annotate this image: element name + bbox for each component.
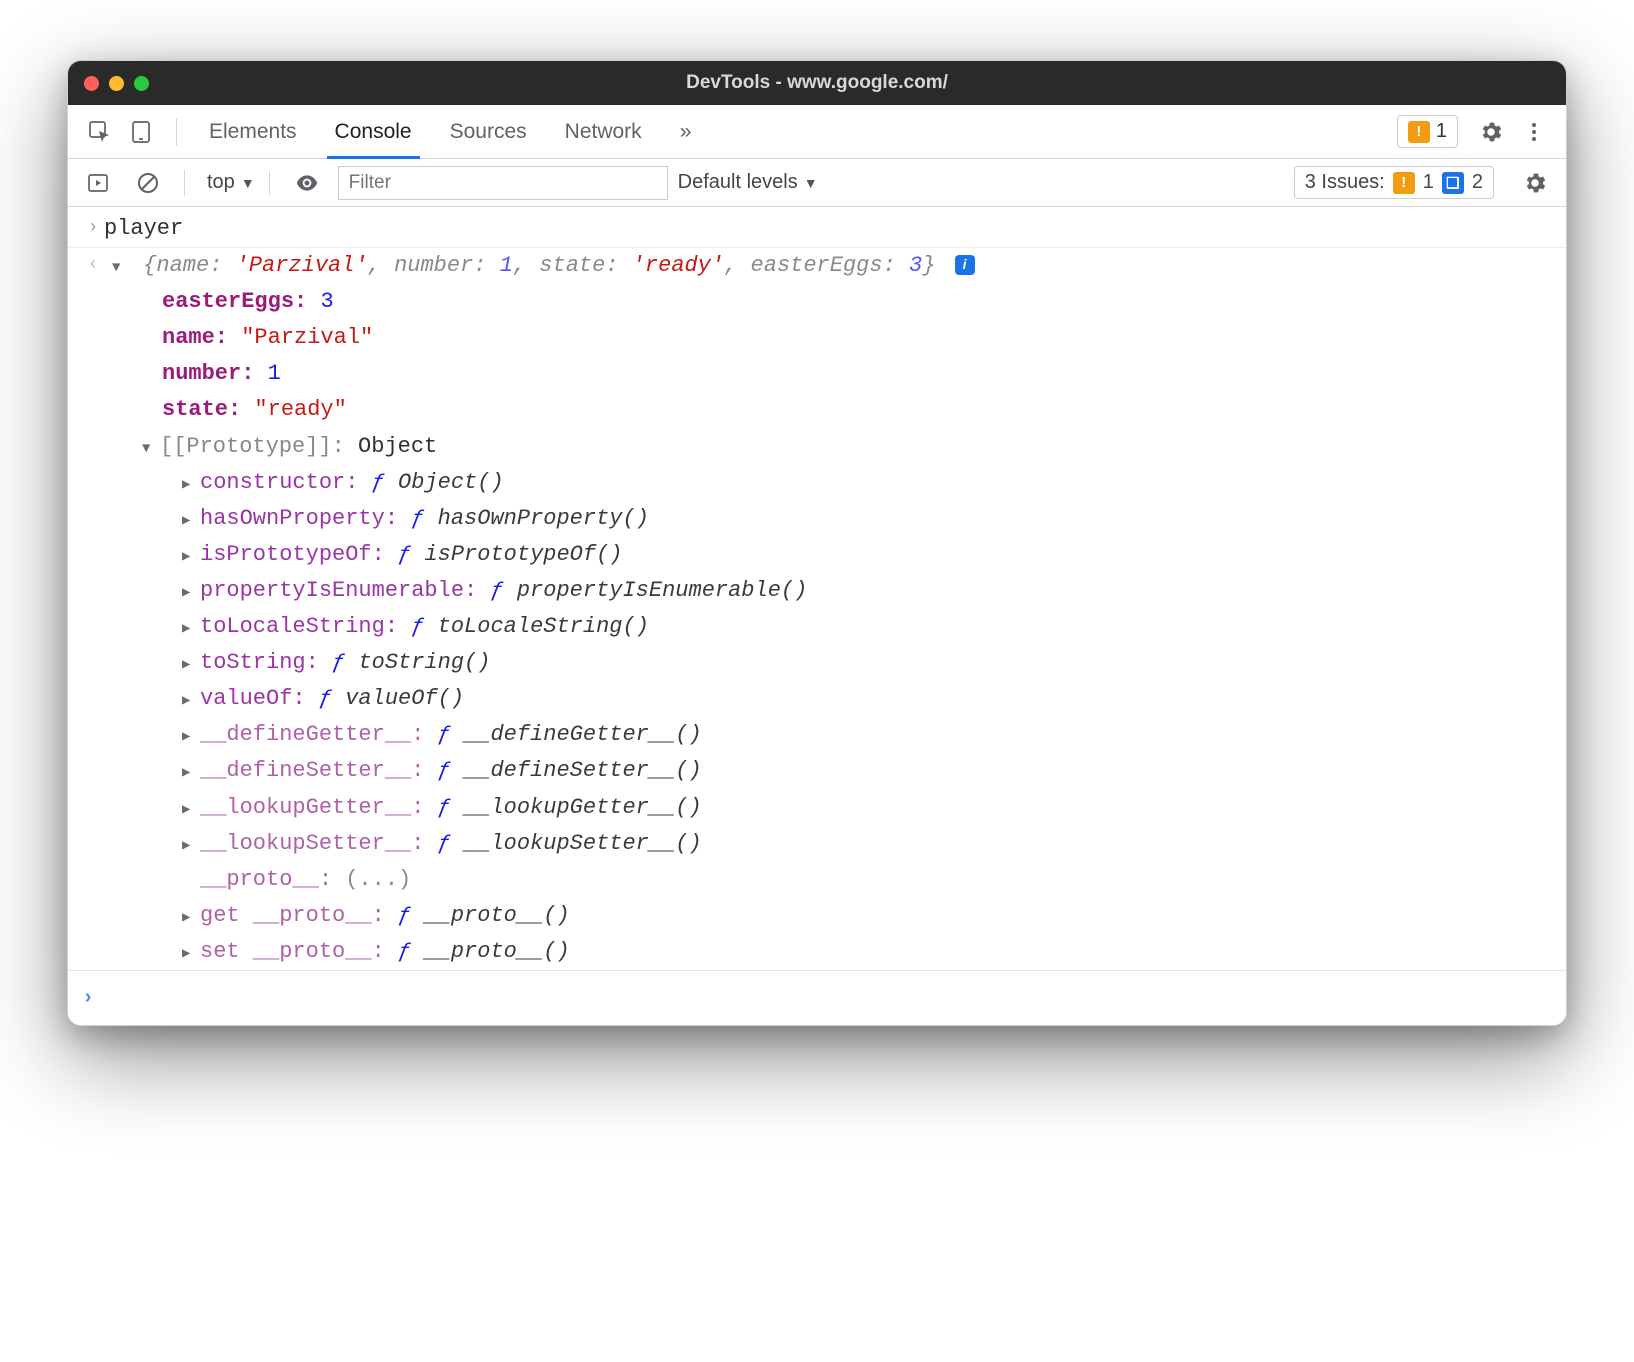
- input-expression: player: [104, 212, 183, 246]
- prototype-property[interactable]: toLocaleString: ƒ toLocaleString(): [68, 609, 1566, 645]
- issues-button[interactable]: 3 Issues: ! 1 ❑ 2: [1294, 166, 1494, 199]
- expand-toggle-icon[interactable]: [182, 763, 200, 785]
- titlebar: DevTools - www.google.com/: [68, 61, 1566, 105]
- context-label: top: [207, 171, 235, 194]
- devtools-window: DevTools - www.google.com/ Elements Cons…: [67, 60, 1567, 1026]
- object-property[interactable]: number: 1: [68, 356, 1566, 392]
- object-property[interactable]: state: "ready": [68, 392, 1566, 428]
- expand-toggle-icon[interactable]: [182, 836, 200, 858]
- console-settings-icon[interactable]: [1514, 164, 1556, 202]
- clear-console-icon[interactable]: [128, 165, 168, 201]
- expand-toggle-icon[interactable]: [182, 547, 200, 569]
- console-output: › player ‹ {name: 'Parzival', number: 1,…: [68, 207, 1566, 1025]
- prototype-property[interactable]: set __proto__: ƒ __proto__(): [68, 934, 1566, 970]
- kebab-menu-icon[interactable]: [1514, 114, 1554, 150]
- close-window-button[interactable]: [84, 76, 99, 91]
- expand-toggle-icon[interactable]: [182, 691, 200, 713]
- object-property[interactable]: easterEggs: 3: [68, 284, 1566, 320]
- toolbar-separator: [184, 170, 185, 196]
- issues-info-count: 2: [1472, 171, 1483, 194]
- minimize-window-button[interactable]: [109, 76, 124, 91]
- prototype-property[interactable]: constructor: ƒ Object(): [68, 465, 1566, 501]
- prototype-property[interactable]: __lookupSetter__: ƒ __lookupSetter__(): [68, 826, 1566, 862]
- object-info-icon[interactable]: i: [955, 255, 975, 275]
- prototype-property[interactable]: __defineGetter__: ƒ __defineGetter__(): [68, 717, 1566, 753]
- toolbar-separator: [176, 118, 177, 146]
- filter-input[interactable]: [338, 166, 668, 200]
- tab-more[interactable]: »: [662, 106, 710, 158]
- maximize-window-button[interactable]: [134, 76, 149, 91]
- tab-console[interactable]: Console: [317, 106, 430, 158]
- issues-warn-count: 1: [1423, 171, 1434, 194]
- input-chevron-icon: ›: [82, 212, 104, 243]
- expand-toggle-icon[interactable]: [182, 944, 200, 966]
- prototype-property[interactable]: __proto__: (...): [68, 862, 1566, 898]
- warnings-count: 1: [1436, 120, 1447, 143]
- live-expression-icon[interactable]: [286, 164, 328, 202]
- expand-toggle-icon[interactable]: [182, 655, 200, 677]
- chevron-down-icon: ▼: [804, 175, 818, 191]
- info-icon: ❑: [1442, 172, 1464, 194]
- issues-label: 3 Issues:: [1305, 171, 1385, 194]
- prototype-property[interactable]: isPrototypeOf: ƒ isPrototypeOf(): [68, 537, 1566, 573]
- tab-elements[interactable]: Elements: [191, 106, 315, 158]
- tab-sources[interactable]: Sources: [432, 106, 545, 158]
- expand-toggle-icon[interactable]: [182, 619, 200, 641]
- device-toggle-icon[interactable]: [122, 114, 162, 150]
- window-controls: [84, 76, 149, 91]
- prototype-property[interactable]: __defineSetter__: ƒ __defineSetter__(): [68, 753, 1566, 789]
- warning-icon: !: [1408, 121, 1430, 143]
- prototype-property[interactable]: __lookupGetter__: ƒ __lookupGetter__(): [68, 790, 1566, 826]
- console-result-row[interactable]: ‹ {name: 'Parzival', number: 1, state: '…: [68, 247, 1566, 284]
- prototype-property[interactable]: get __proto__: ƒ __proto__(): [68, 898, 1566, 934]
- console-input-echo: › player: [68, 211, 1566, 247]
- prototype-property[interactable]: toString: ƒ toString(): [68, 645, 1566, 681]
- expand-toggle-icon[interactable]: [182, 511, 200, 533]
- output-chevron-icon: ‹: [82, 249, 104, 280]
- expand-toggle-icon[interactable]: [182, 800, 200, 822]
- prototype-property[interactable]: propertyIsEnumerable: ƒ propertyIsEnumer…: [68, 573, 1566, 609]
- window-title: DevTools - www.google.com/: [68, 72, 1566, 94]
- prototype-property[interactable]: valueOf: ƒ valueOf(): [68, 681, 1566, 717]
- log-levels-selector[interactable]: Default levels ▼: [678, 171, 818, 194]
- expand-toggle-icon[interactable]: [142, 439, 160, 461]
- sidebar-toggle-icon[interactable]: [78, 165, 118, 201]
- tab-network[interactable]: Network: [547, 106, 660, 158]
- prototype-property[interactable]: hasOwnProperty: ƒ hasOwnProperty(): [68, 501, 1566, 537]
- console-toolbar: top ▼ Default levels ▼ 3 Issues: ! 1 ❑ 2: [68, 159, 1566, 207]
- expand-toggle-icon[interactable]: [182, 908, 200, 930]
- expand-toggle-icon[interactable]: [182, 727, 200, 749]
- settings-icon[interactable]: [1470, 113, 1512, 151]
- context-selector[interactable]: top ▼: [201, 169, 276, 197]
- prompt-chevron-icon: ›: [82, 987, 94, 1010]
- expand-toggle-icon[interactable]: [182, 583, 200, 605]
- warning-icon: !: [1393, 172, 1415, 194]
- expand-toggle-icon[interactable]: [112, 258, 130, 280]
- object-property[interactable]: name: "Parzival": [68, 320, 1566, 356]
- prototype-section[interactable]: [[Prototype]]: Object: [68, 429, 1566, 465]
- inspect-element-icon[interactable]: [80, 114, 120, 150]
- main-toolbar: Elements Console Sources Network » ! 1: [68, 105, 1566, 159]
- levels-label: Default levels: [678, 171, 798, 194]
- object-preview: {name: 'Parzival', number: 1, state: 're…: [143, 253, 948, 278]
- warnings-badge[interactable]: ! 1: [1397, 115, 1458, 148]
- chevron-down-icon: ▼: [241, 175, 255, 191]
- console-prompt-row[interactable]: ›: [68, 970, 1566, 1025]
- expand-toggle-icon[interactable]: [182, 475, 200, 497]
